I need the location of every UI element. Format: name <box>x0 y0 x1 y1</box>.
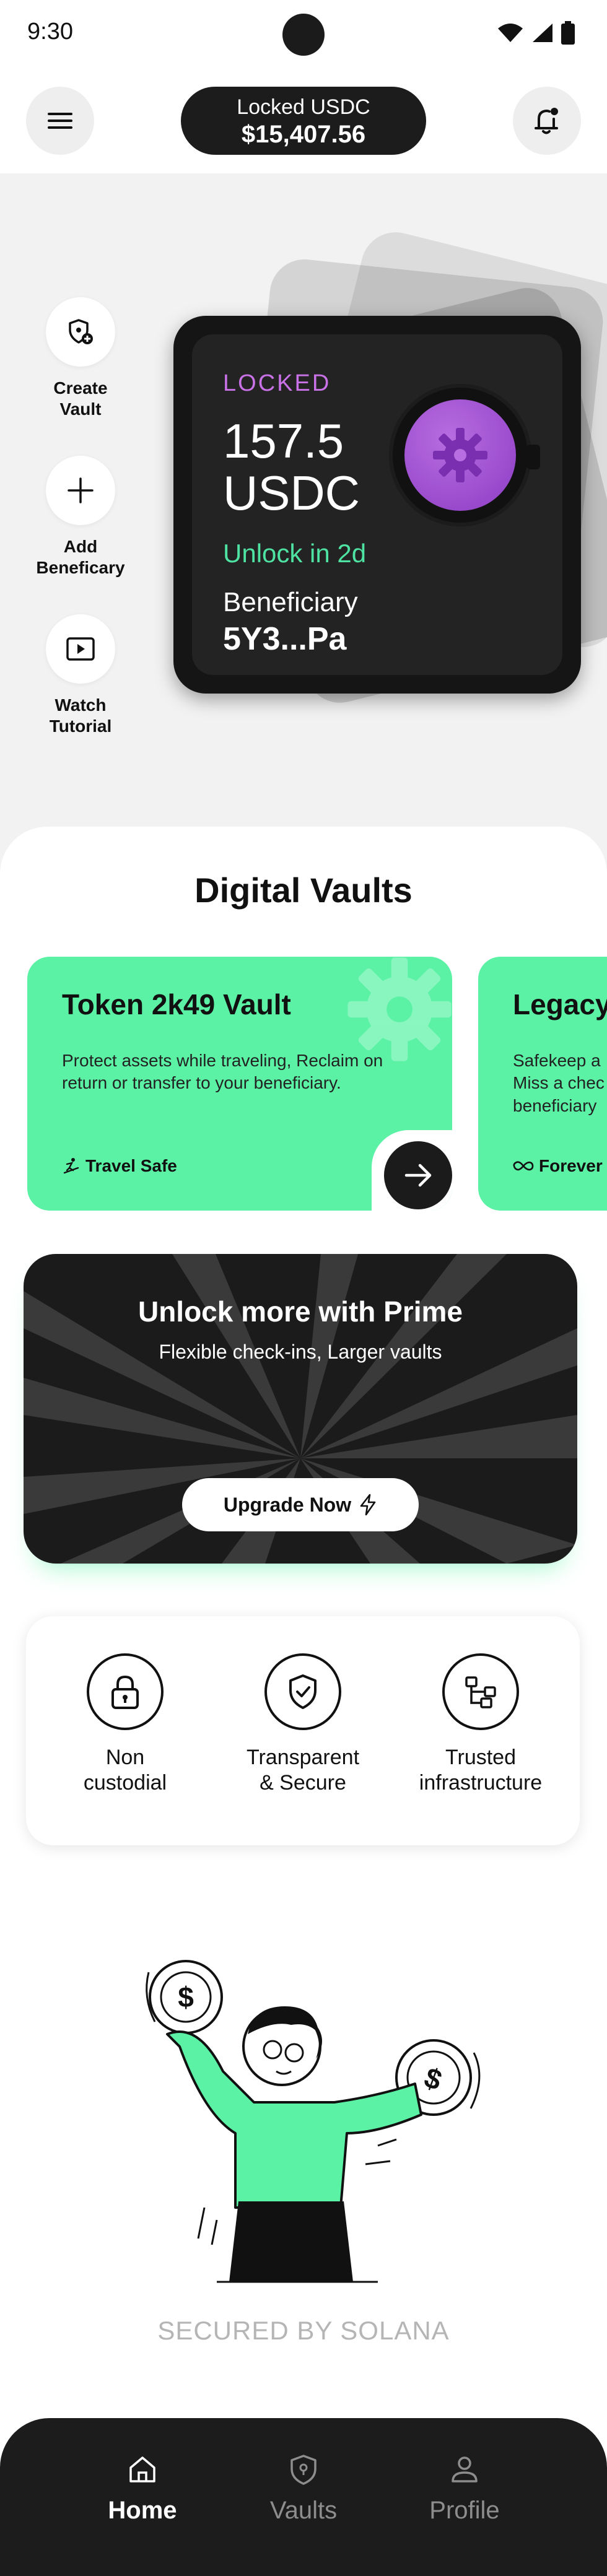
add-beneficiary-label: Add Beneficary <box>36 537 125 577</box>
feature-transparent-secure: Transparent & Secure <box>210 1653 396 1796</box>
status-icons <box>497 21 575 45</box>
battery-icon <box>561 21 575 45</box>
svg-text:$: $ <box>178 1981 194 2013</box>
vault-card-tag-label: Travel Safe <box>85 1156 177 1175</box>
lock-icon <box>111 1675 139 1709</box>
feature-icon-circle <box>442 1653 519 1730</box>
lightning-icon <box>360 1494 376 1516</box>
feature-label: Non custodial <box>83 1746 167 1795</box>
vault-card-description: Protect assets while traveling, Reclaim … <box>62 1051 383 1093</box>
hero-section: Create Vault Add Beneficary Watch Tutori… <box>0 173 607 830</box>
feature-non-custodial: Non custodial <box>32 1653 218 1796</box>
watch-tutorial-button[interactable] <box>46 614 115 684</box>
home-icon <box>129 2456 155 2482</box>
status-bar: 9:30 <box>0 0 607 68</box>
locked-usdc-amount: $15,407.56 <box>241 121 366 148</box>
vault-card-tag: Travel Safe <box>62 1156 177 1176</box>
watch-tutorial-label: Watch Tutorial <box>49 695 112 736</box>
arrow-right-icon <box>404 1164 432 1187</box>
status-time: 9:30 <box>27 19 73 45</box>
create-vault-label: Create Vault <box>53 378 108 419</box>
prime-title: Unlock more with Prime <box>138 1295 463 1328</box>
person-icon <box>452 2456 478 2482</box>
feature-label: Transparent & Secure <box>246 1746 360 1795</box>
notifications-button[interactable] <box>513 87 581 155</box>
watch-tutorial-action[interactable]: Watch Tutorial <box>25 614 136 773</box>
nav-vaults-label: Vaults <box>269 2497 338 2524</box>
open-vault-button[interactable] <box>384 1141 452 1209</box>
vault-type-carousel[interactable]: Token 2k49 Vault Protect assets while tr… <box>27 957 607 1211</box>
prime-promo-card: Unlock more with Prime Flexible check-in… <box>24 1254 577 1564</box>
signal-icon <box>533 24 552 42</box>
skier-icon <box>63 1158 79 1174</box>
digital-vaults-title: Digital Vaults <box>194 871 413 910</box>
menu-button[interactable] <box>26 87 94 155</box>
vault-card-title: Legacy <box>513 988 607 1020</box>
nav-home[interactable]: Home <box>74 2453 211 2525</box>
upgrade-now-button[interactable]: Upgrade Now <box>182 1478 419 1531</box>
nav-vaults[interactable]: Vaults <box>235 2453 372 2525</box>
vault-dial <box>389 384 540 526</box>
features-card: Non custodial Transparent & Secure Trust… <box>26 1616 580 1845</box>
upgrade-now-label: Upgrade Now <box>223 1493 352 1516</box>
vault-card-inner: LOCKED 157.5 USDC Unlock in 2d Beneficia… <box>192 334 562 675</box>
infinity-icon <box>513 1161 534 1171</box>
gear-icon <box>433 428 487 482</box>
bell-icon <box>535 108 558 134</box>
vault-card-tag: Forever <box>513 1156 603 1176</box>
vault-card-tag-label: Forever <box>539 1156 603 1175</box>
content-sheet: Digital Vaults Token 2k49 Vault Protect <box>0 827 607 2576</box>
feature-icon-circle <box>87 1653 164 1730</box>
prime-subtitle: Flexible check-ins, Larger vaults <box>159 1341 442 1363</box>
feature-trusted-infrastructure: Trusted infrastructure <box>388 1653 574 1796</box>
quick-actions: Create Vault Add Beneficary Watch Tutori… <box>25 297 136 773</box>
feature-icon-circle <box>264 1653 341 1730</box>
vault-unlock-countdown: Unlock in 2d <box>223 539 367 568</box>
vault-dial-handle <box>526 445 540 469</box>
nav-profile[interactable]: Profile <box>396 2453 533 2525</box>
locked-usdc-pill[interactable]: Locked USDC $15,407.56 <box>181 87 426 155</box>
add-beneficiary-button[interactable] <box>46 456 115 525</box>
secured-by-text: SECURED BY SOLANA <box>157 2316 450 2345</box>
vault-card-description: Safekeep a Miss a chec beneficiary <box>513 1051 605 1115</box>
create-vault-button[interactable] <box>46 297 115 367</box>
play-icon <box>66 637 95 661</box>
hamburger-icon <box>48 113 72 129</box>
vault-shield-icon <box>290 2455 317 2485</box>
vault-dial-knob <box>404 399 516 511</box>
beneficiary-label: Beneficiary <box>223 587 358 617</box>
vault-status: LOCKED <box>223 370 331 396</box>
network-icon <box>465 1676 496 1708</box>
vault-type-card[interactable]: Token 2k49 Vault Protect assets while tr… <box>27 957 452 1211</box>
plus-icon <box>68 477 94 503</box>
person-with-coins-illustration: $ $ <box>146 1960 481 2283</box>
camera-cutout <box>282 14 325 56</box>
add-beneficiary-action[interactable]: Add Beneficary <box>25 456 136 614</box>
locked-usdc-label: Locked USDC <box>237 95 370 119</box>
wifi-icon <box>498 24 523 42</box>
create-vault-action[interactable]: Create Vault <box>25 297 136 456</box>
nav-home-label: Home <box>108 2497 177 2524</box>
app-header: Locked USDC $15,407.56 <box>0 68 607 173</box>
shield-check-icon <box>289 1674 317 1709</box>
vault-card-stack[interactable]: LOCKED 157.5 USDC Unlock in 2d Beneficia… <box>167 225 607 755</box>
bottom-navigation: Home Vaults Profile <box>0 2418 607 2576</box>
nav-profile-label: Profile <box>429 2497 500 2524</box>
shield-plus-icon <box>69 319 93 344</box>
vault-card-title: Token 2k49 Vault <box>62 988 291 1020</box>
locked-vault-card[interactable]: LOCKED 157.5 USDC Unlock in 2d Beneficia… <box>173 316 581 694</box>
vault-amount: 157.5 USDC <box>223 414 360 521</box>
feature-label: Trusted infrastructure <box>419 1746 543 1795</box>
beneficiary-address: 5Y3...Pa <box>223 621 347 657</box>
vault-type-card[interactable]: Legacy Safekeep a Miss a chec beneficiar… <box>478 957 607 1211</box>
